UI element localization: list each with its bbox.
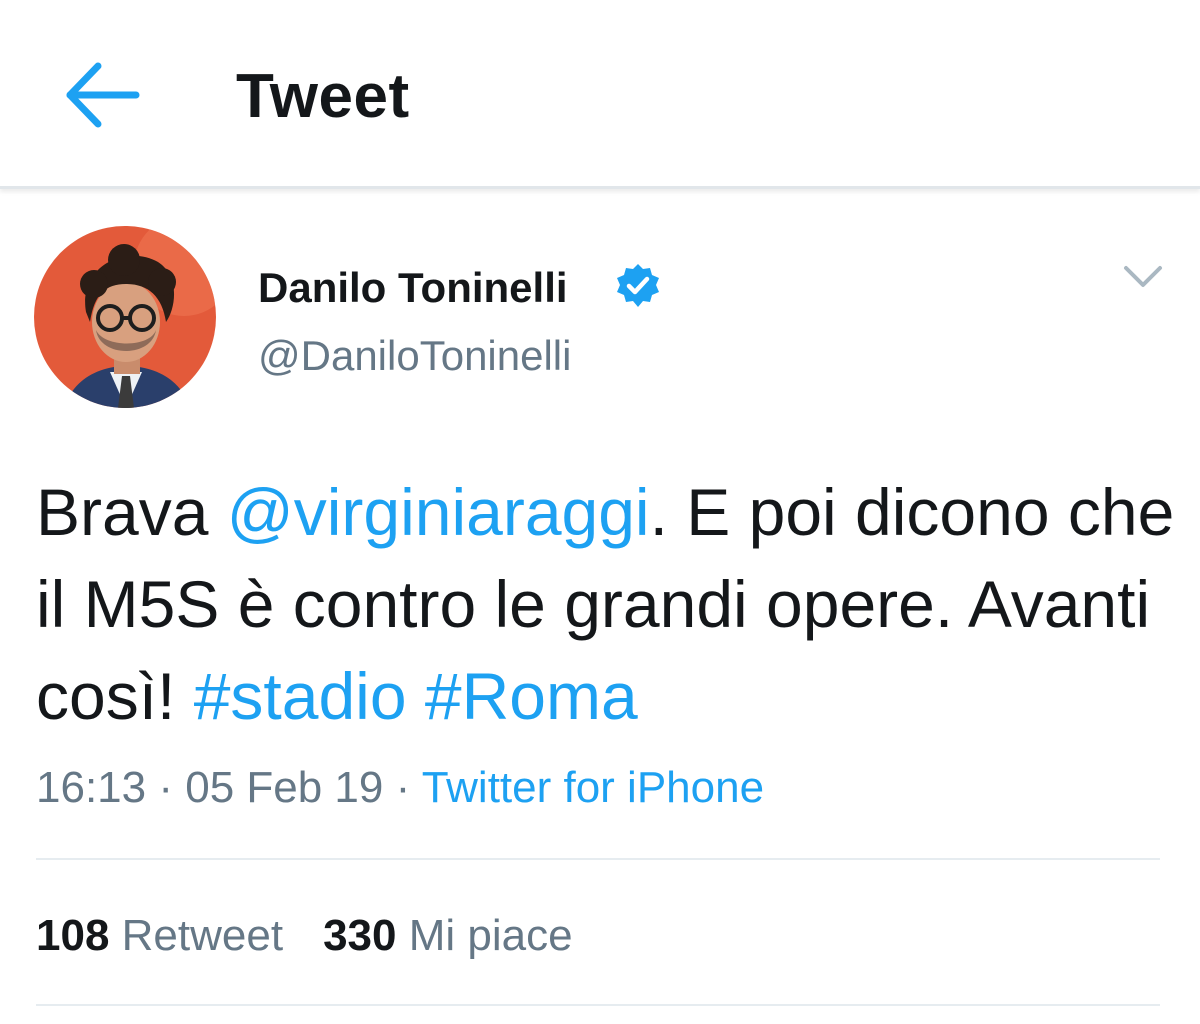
tweet-stats: 108 Retweet 330 Mi piace xyxy=(36,908,613,964)
divider xyxy=(36,858,1160,860)
tweet-screen: Tweet Danilo Toninelli @DaniloToninelli … xyxy=(0,0,1200,1024)
tweet-source-link[interactable]: Twitter for iPhone xyxy=(422,763,764,812)
tweet-text: Brava @virginiaraggi. E poi dicono che i… xyxy=(36,466,1176,742)
tweet-time: 16:13 xyxy=(36,763,147,812)
tweet-text-part: Brava xyxy=(36,475,227,549)
back-button[interactable] xyxy=(58,52,144,138)
tweet-menu-button[interactable] xyxy=(1118,256,1168,300)
hashtag-link-stadio[interactable]: #stadio xyxy=(194,659,407,733)
like-count: 330 xyxy=(323,911,397,960)
arrow-left-icon xyxy=(66,62,140,128)
page-title: Tweet xyxy=(236,62,410,131)
like-label: Mi piace xyxy=(408,911,573,960)
avatar[interactable] xyxy=(34,226,216,408)
profile-photo xyxy=(34,226,216,408)
author-name[interactable]: Danilo Toninelli xyxy=(258,262,568,314)
chevron-down-icon xyxy=(1124,266,1162,287)
verified-badge-icon xyxy=(614,262,662,310)
tweet-meta: 16:13 · 05 Feb 19 · Twitter for iPhone xyxy=(36,760,764,816)
tweet-text-space xyxy=(407,659,425,733)
author-handle[interactable]: @DaniloToninelli xyxy=(258,330,571,382)
retweets-stat[interactable]: 108 Retweet xyxy=(36,908,283,964)
retweet-label: Retweet xyxy=(121,911,284,960)
top-app-bar: Tweet xyxy=(0,0,1200,189)
meta-separator: · xyxy=(383,763,422,812)
likes-stat[interactable]: 330 Mi piace xyxy=(323,908,573,964)
mention-link[interactable]: @virginiaraggi xyxy=(227,475,650,549)
retweet-count: 108 xyxy=(36,911,110,960)
divider xyxy=(36,1004,1160,1006)
meta-separator: · xyxy=(146,763,186,812)
hashtag-link-roma[interactable]: #Roma xyxy=(425,659,638,733)
tweet-date: 05 Feb 19 xyxy=(185,763,384,812)
